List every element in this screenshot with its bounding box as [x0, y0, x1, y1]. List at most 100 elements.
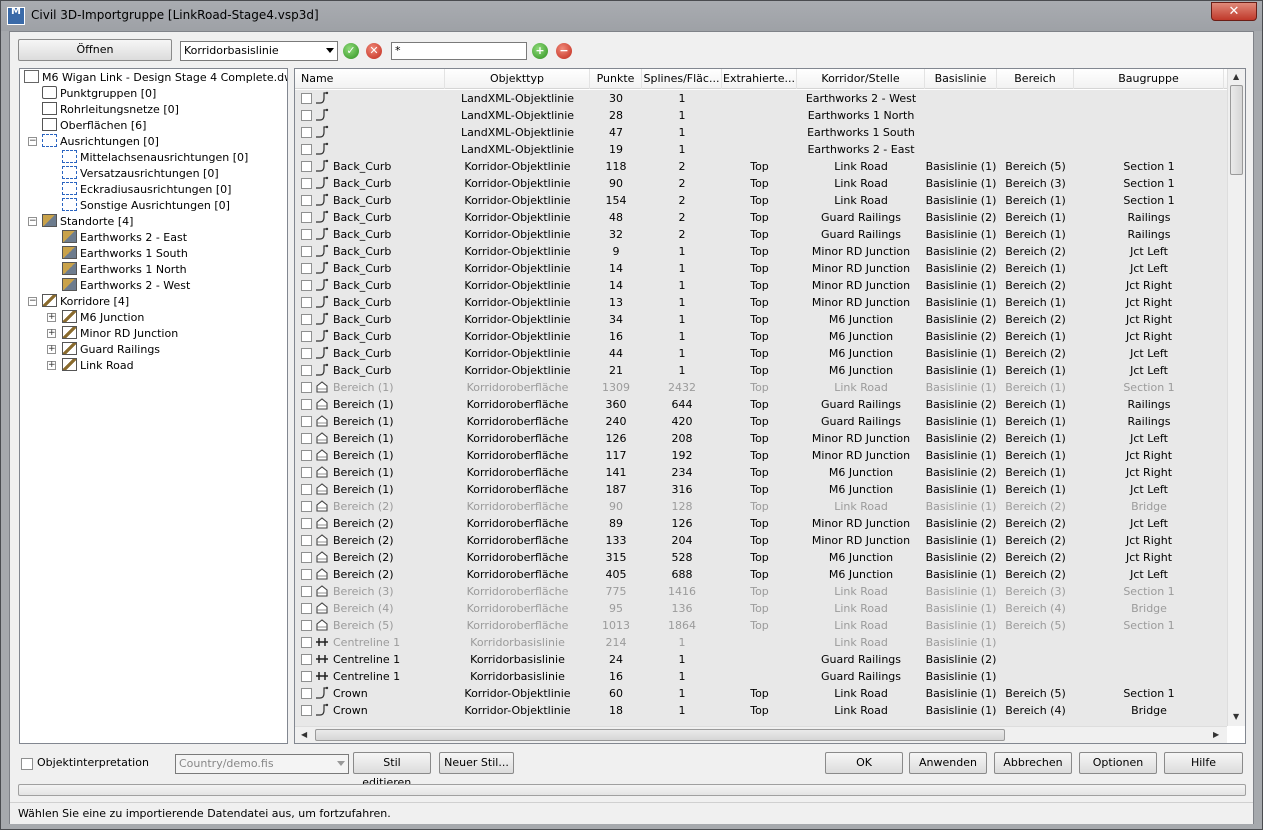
row-checkbox[interactable]	[301, 586, 312, 597]
table-row[interactable]: Bereich (2) Korridoroberfläche 89 126 Top Min…	[295, 515, 1227, 532]
table-row[interactable]: Bereich (2) Korridoroberfläche 405 688 Top M6…	[295, 566, 1227, 583]
row-checkbox[interactable]	[301, 263, 312, 274]
column-header-extracted[interactable]: Extrahierte...	[722, 69, 797, 89]
column-header-region[interactable]: Bereich	[997, 69, 1074, 89]
expand-icon[interactable]: +	[47, 361, 56, 370]
horizontal-scrollbar[interactable]: ◀ ▶	[295, 726, 1227, 743]
row-checkbox[interactable]	[301, 535, 312, 546]
tree-item-corridor[interactable]: Link Road	[62, 358, 134, 374]
column-header-corridor[interactable]: Korridor/Stelle	[797, 69, 925, 89]
table-row[interactable]: Back_Curb Korridor-Objektlinie 34 1 Top M6 Ju…	[295, 311, 1227, 328]
apply-button[interactable]: Anwenden	[909, 752, 987, 774]
table-row[interactable]: Bereich (2) Korridoroberfläche 315 528 Top M6…	[295, 549, 1227, 566]
table-row[interactable]: Bereich (3) Korridoroberfläche 775 1416 Top L…	[295, 583, 1227, 600]
expand-icon[interactable]: +	[47, 345, 56, 354]
tree-root[interactable]: M6 Wigan Link - Design Stage 4 Complete.…	[24, 70, 287, 86]
table-row[interactable]: Back_Curb Korridor-Objektlinie 154 2 Top Link…	[295, 192, 1227, 209]
table-row[interactable]: Bereich (4) Korridoroberfläche 95 136 Top Lin…	[295, 600, 1227, 617]
table-row[interactable]: Bereich (2) Korridoroberfläche 90 128 Top Lin…	[295, 498, 1227, 515]
table-row[interactable]: LandXML-Objektlinie 30 1 Earthworks 2 - Wes…	[295, 90, 1227, 107]
column-header-assembly[interactable]: Baugruppe	[1074, 69, 1224, 89]
column-header-baseline[interactable]: Basislinie	[925, 69, 997, 89]
object-type-select[interactable]: Korridorbasislinie	[180, 41, 338, 61]
row-checkbox[interactable]	[301, 450, 312, 461]
row-checkbox[interactable]	[301, 569, 312, 580]
row-checkbox[interactable]	[301, 365, 312, 376]
scroll-up-icon[interactable]: ▲	[1233, 72, 1239, 81]
row-checkbox[interactable]	[301, 416, 312, 427]
table-row[interactable]: LandXML-Objektlinie 47 1 Earthworks 1 South	[295, 124, 1227, 141]
vertical-scroll-thumb[interactable]	[1230, 85, 1243, 175]
table-row[interactable]: Bereich (1) Korridoroberfläche 126 208 Top Mi…	[295, 430, 1227, 447]
add-filter-icon[interactable]: +	[532, 43, 548, 59]
row-checkbox[interactable]	[301, 178, 312, 189]
row-checkbox[interactable]	[301, 280, 312, 291]
table-row[interactable]: Back_Curb Korridor-Objektlinie 44 1 Top M6 Ju…	[295, 345, 1227, 362]
row-checkbox[interactable]	[301, 501, 312, 512]
row-checkbox[interactable]	[301, 382, 312, 393]
vertical-scrollbar[interactable]: ▲ ▼	[1227, 69, 1245, 726]
select-all-icon[interactable]: ✓	[343, 43, 359, 59]
scroll-down-icon[interactable]: ▼	[1233, 712, 1239, 721]
row-checkbox[interactable]	[301, 433, 312, 444]
row-checkbox[interactable]	[301, 518, 312, 529]
row-checkbox[interactable]	[301, 688, 312, 699]
dataset-tree[interactable]: M6 Wigan Link - Design Stage 4 Complete.…	[19, 68, 288, 744]
tree-item-site[interactable]: Earthworks 2 - West	[62, 278, 190, 294]
title-bar[interactable]: M Civil 3D-Importgruppe [LinkRoad-Stage4…	[1, 1, 1262, 31]
row-checkbox[interactable]	[301, 161, 312, 172]
row-checkbox[interactable]	[301, 110, 312, 121]
tree-item-corridor[interactable]: M6 Junction	[62, 310, 144, 326]
scroll-right-icon[interactable]: ▶	[1213, 730, 1219, 739]
column-header-splines[interactable]: Splines/Fläc...	[642, 69, 722, 89]
expand-icon[interactable]: +	[47, 313, 56, 322]
row-checkbox[interactable]	[301, 314, 312, 325]
tree-item-site[interactable]: Earthworks 2 - East	[62, 230, 187, 246]
help-button[interactable]: Hilfe	[1164, 752, 1243, 774]
row-checkbox[interactable]	[301, 552, 312, 563]
table-row[interactable]: Centreline 1 Korridorbasislinie 16 1 Guard R…	[295, 668, 1227, 685]
edit-style-button[interactable]: Stil editieren...	[353, 752, 431, 789]
table-row[interactable]: Centreline 1 Korridorbasislinie 214 1 Link R…	[295, 634, 1227, 651]
table-row[interactable]: Back_Curb Korridor-Objektlinie 14 1 Top Minor…	[295, 260, 1227, 277]
row-checkbox[interactable]	[301, 212, 312, 223]
tree-item-site[interactable]: Earthworks 1 North	[62, 262, 187, 278]
row-checkbox[interactable]	[301, 331, 312, 342]
row-checkbox[interactable]	[301, 705, 312, 716]
table-row[interactable]: Back_Curb Korridor-Objektlinie 118 2 Top Link…	[295, 158, 1227, 175]
table-row[interactable]: Bereich (1) Korridoroberfläche 360 644 Top Gu…	[295, 396, 1227, 413]
table-row[interactable]: Back_Curb Korridor-Objektlinie 32 2 Top Guard…	[295, 226, 1227, 243]
table-row[interactable]: Back_Curb Korridor-Objektlinie 21 1 Top M6 Ju…	[295, 362, 1227, 379]
row-checkbox[interactable]	[301, 603, 312, 614]
table-row[interactable]: Bereich (2) Korridoroberfläche 133 204 Top Mi…	[295, 532, 1227, 549]
expand-icon[interactable]: +	[47, 329, 56, 338]
scroll-left-icon[interactable]: ◀	[301, 730, 307, 739]
tree-item-corridor[interactable]: Guard Railings	[62, 342, 160, 358]
table-row[interactable]: Back_Curb Korridor-Objektlinie 48 2 Top Guard…	[295, 209, 1227, 226]
tree-item-pipe-networks[interactable]: Rohrleitungsnetze [0]	[42, 102, 179, 118]
collapse-icon[interactable]: −	[28, 217, 37, 226]
tree-item-offset-alignments[interactable]: Versatzausrichtungen [0]	[62, 166, 219, 182]
options-button[interactable]: Optionen	[1079, 752, 1157, 774]
row-checkbox[interactable]	[301, 484, 312, 495]
row-checkbox[interactable]	[301, 467, 312, 478]
row-checkbox[interactable]	[301, 297, 312, 308]
tree-item-corridors[interactable]: Korridore [4]	[42, 294, 129, 310]
table-row[interactable]: LandXML-Objektlinie 19 1 Earthworks 2 - Eas…	[295, 141, 1227, 158]
table-row[interactable]: Back_Curb Korridor-Objektlinie 9 1 Top Minor …	[295, 243, 1227, 260]
row-checkbox[interactable]	[301, 246, 312, 257]
column-header-name[interactable]: Name	[295, 69, 445, 89]
tree-item-alignments[interactable]: Ausrichtungen [0]	[42, 134, 159, 150]
tree-item-site[interactable]: Earthworks 1 South	[62, 246, 188, 262]
tree-item-corridor[interactable]: Minor RD Junction	[62, 326, 178, 342]
close-button[interactable]: ✕	[1211, 2, 1257, 21]
tree-item-point-groups[interactable]: Punktgruppen [0]	[42, 86, 156, 102]
row-checkbox[interactable]	[301, 671, 312, 682]
tree-item-curb-return-alignments[interactable]: Eckradiusausrichtungen [0]	[62, 182, 231, 198]
table-row[interactable]: Bereich (1) Korridoroberfläche 141 234 Top M6…	[295, 464, 1227, 481]
open-button[interactable]: Öffnen	[18, 39, 172, 61]
tree-item-sites[interactable]: Standorte [4]	[42, 214, 133, 230]
table-row[interactable]: Back_Curb Korridor-Objektlinie 14 1 Top Minor…	[295, 277, 1227, 294]
row-checkbox[interactable]	[301, 654, 312, 665]
name-filter-input[interactable]	[391, 42, 527, 60]
